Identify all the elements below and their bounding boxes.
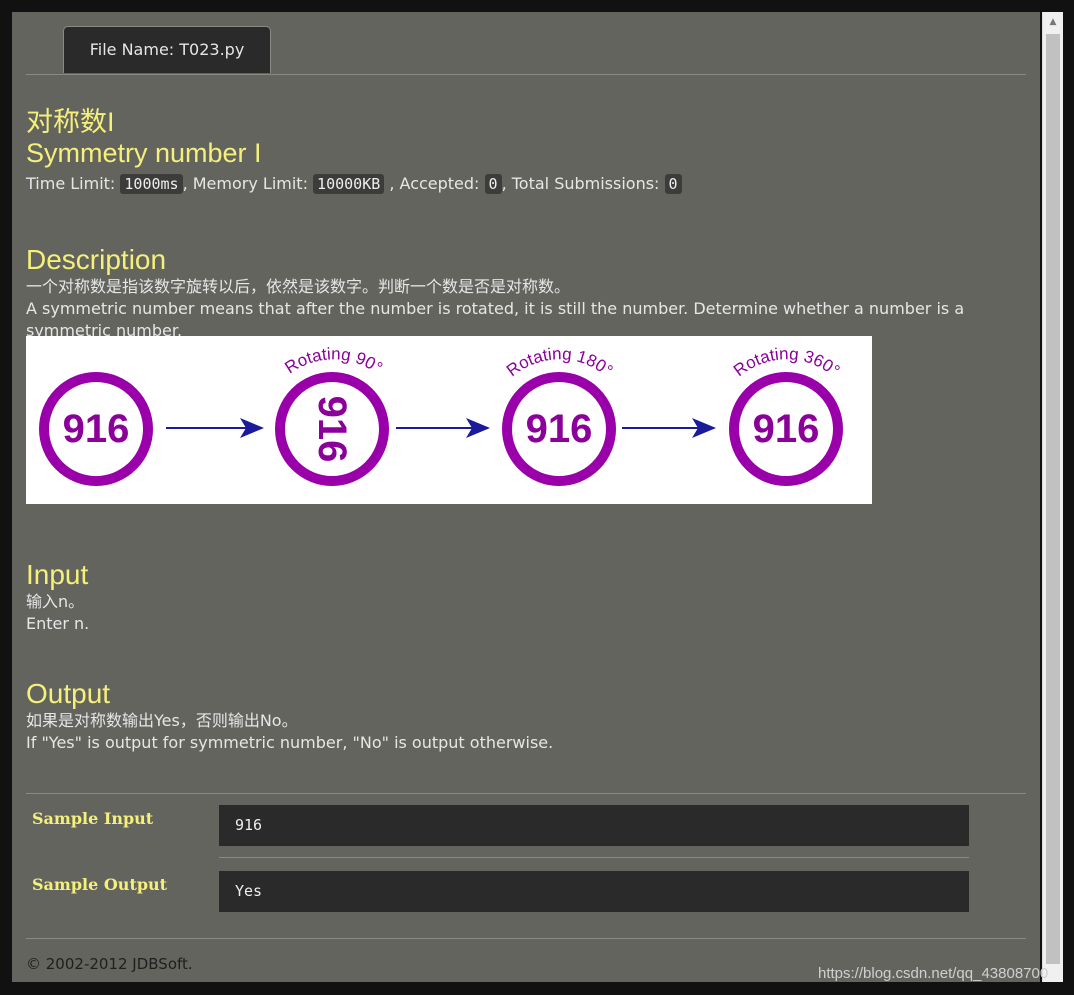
problem-title-en: Symmetry number I	[26, 138, 262, 168]
output-heading: Output	[26, 678, 111, 709]
figure-number-1: 916	[63, 407, 130, 451]
tab-file-name[interactable]: File Name: T023.py	[63, 26, 271, 73]
circle-original: 916	[39, 372, 153, 486]
watermark: https://blog.csdn.net/qq_43808700	[818, 965, 1049, 982]
time-limit-value: 1000ms	[120, 174, 183, 194]
description-section: Description 一个对称数是指该数字旋转以后，依然是该数字。判断一个数是…	[26, 244, 1026, 342]
sample-input-box[interactable]: 916	[219, 805, 969, 846]
vertical-scrollbar[interactable]: ▲	[1042, 12, 1063, 982]
divider	[26, 938, 1026, 939]
description-heading: Description	[26, 244, 167, 275]
sample-output-box[interactable]: Yes	[219, 871, 969, 912]
rotation-figure: 916 916 Rotating 90° 916 Rotating 180° 9…	[26, 336, 872, 504]
accepted-label: , Accepted:	[384, 174, 485, 193]
description-text-cn: 一个对称数是指该数字旋转以后，依然是该数字。判断一个数是否是对称数。	[26, 277, 571, 296]
circle-rotated-360: 916 Rotating 360°	[729, 344, 843, 486]
input-text-en: Enter n.	[26, 614, 90, 633]
problem-content: 对称数I Symmetry number I Time Limit: 1000m…	[26, 107, 1026, 973]
accepted-value: 0	[484, 174, 502, 194]
memory-limit-label: , Memory Limit:	[182, 174, 314, 193]
footer-copyright: © 2002-2012 JDBSoft.	[26, 955, 193, 973]
memory-limit-value: 10000KB	[313, 174, 385, 194]
figure-number-2: 916	[310, 396, 354, 463]
total-submissions-label: , Total Submissions:	[501, 174, 665, 193]
figure-number-3: 916	[526, 407, 593, 451]
rotation-figure-svg: 916 916 Rotating 90° 916 Rotating 180° 9…	[39, 344, 843, 486]
problem-page: File Name: T023.py 对称数I Symmetry number …	[12, 12, 1040, 982]
tab-bar: File Name: T023.py	[26, 26, 1026, 75]
scroll-thumb[interactable]	[1046, 34, 1060, 964]
input-heading: Input	[26, 559, 89, 590]
problem-title-cn: 对称数I	[26, 107, 115, 137]
figure-number-4: 916	[753, 407, 820, 451]
circle-rotated-180: 916 Rotating 180°	[502, 344, 616, 486]
time-limit-label: Time Limit:	[26, 174, 121, 193]
input-text-cn: 输入n。	[26, 592, 85, 611]
output-text-cn: 如果是对称数输出Yes，否则输出No。	[26, 711, 298, 730]
sample-output-label: Sample Output	[32, 875, 168, 894]
sample-input-label: Sample Input	[32, 809, 154, 828]
total-submissions-value: 0	[664, 174, 682, 194]
output-section: Output 如果是对称数输出Yes，否则输出No。 If "Yes" is o…	[26, 678, 553, 754]
circle-rotated-90: 916 Rotating 90°	[275, 344, 389, 486]
scroll-up-arrow-icon[interactable]: ▲	[1043, 12, 1063, 32]
output-text-en: If "Yes" is output for symmetric number,…	[26, 733, 554, 752]
sample-divider	[219, 857, 969, 858]
problem-limits: Time Limit: 1000ms, Memory Limit: 10000K…	[26, 171, 1026, 197]
input-section: Input 输入n。 Enter n.	[26, 559, 89, 635]
divider	[26, 793, 1026, 794]
